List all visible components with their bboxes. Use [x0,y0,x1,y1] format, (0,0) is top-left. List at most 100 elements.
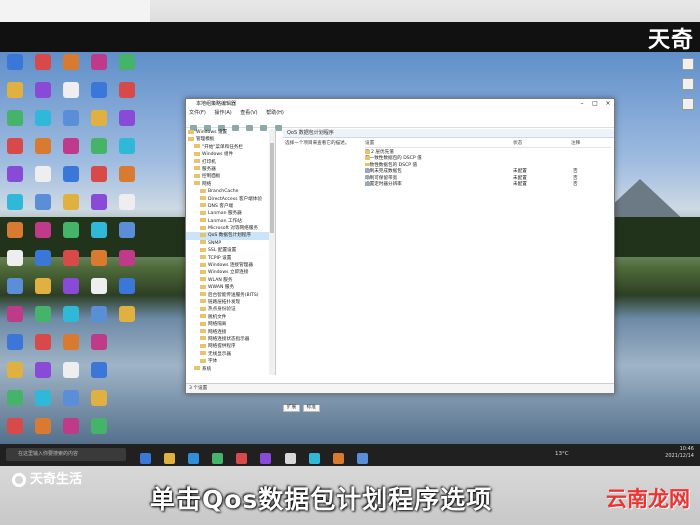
desktop-shortcut-icon[interactable] [86,222,112,238]
desktop-shortcut-icon[interactable] [30,390,56,406]
desktop-shortcut-icon[interactable] [86,166,112,182]
task-view-icon[interactable] [140,453,151,464]
desktop-shortcut-icon[interactable] [114,250,140,266]
desktop-shortcut-icon[interactable] [114,166,140,182]
tree-node[interactable]: 无线显示器 [186,351,275,358]
desktop-shortcut-icon[interactable] [114,110,140,126]
file-icon[interactable] [682,58,694,70]
tree-node[interactable]: QoS 数据包计划程序 [186,232,275,240]
desktop-shortcut-icon[interactable] [58,334,84,350]
desktop-shortcut-icon[interactable] [58,110,84,126]
menu-help[interactable]: 帮助(H) [266,110,284,116]
desktop-shortcut-icon[interactable] [86,278,112,294]
desktop-shortcut-icon[interactable] [2,418,28,434]
app-icon[interactable] [284,453,296,464]
scroll-thumb[interactable] [270,143,274,233]
tree-node[interactable]: Windows 立即连接 [186,269,275,276]
desktop-shortcut-icon[interactable] [86,110,112,126]
tree-node[interactable]: 网络隔离 [186,321,275,328]
desktop-shortcut-icon[interactable] [58,418,84,434]
desktop-shortcut-icon[interactable] [2,194,28,210]
desktop-shortcut-icon[interactable] [30,194,56,210]
edge-icon[interactable] [188,453,200,464]
tree-node[interactable]: DirectAccess 客户端体验 [186,196,275,203]
desktop-shortcut-icon[interactable] [30,334,56,350]
close-icon[interactable]: × [602,99,614,109]
desktop-shortcut-icon[interactable] [86,54,112,70]
desktop-shortcut-icon[interactable] [114,278,140,294]
desktop-shortcut-icon[interactable] [86,390,112,406]
desktop-shortcut-icon[interactable] [2,250,28,266]
minimize-icon[interactable]: – [576,99,588,109]
menu-action[interactable]: 操作(A) [214,110,231,116]
desktop-shortcut-icon[interactable] [114,306,140,322]
desktop-shortcut-icon[interactable] [58,54,84,70]
tree-node[interactable]: 网络连接状态指示器 [186,336,275,343]
desktop-shortcut-icon[interactable] [2,362,28,378]
desktop-shortcut-icon[interactable] [86,362,112,378]
tree-node[interactable]: 服务器 [186,166,275,173]
column-state[interactable]: 状态 [513,140,522,146]
tree-node[interactable]: WWAN 服务 [186,284,275,291]
desktop-shortcut-icon[interactable] [86,138,112,154]
desktop-shortcut-icon[interactable] [30,362,56,378]
app-icon[interactable] [308,453,320,464]
maximize-icon[interactable]: □ [589,99,601,109]
menu-file[interactable]: 文件(F) [189,110,206,116]
desktop-shortcut-icon[interactable] [58,222,84,238]
tree-node[interactable]: Windows 设置 [186,129,275,136]
tree-node[interactable]: DNS 客户端 [186,203,275,210]
desktop-shortcut-icon[interactable] [2,390,28,406]
window-titlebar[interactable]: 本地组策略编辑器 – □ × [186,99,614,109]
desktop-shortcut-icon[interactable] [2,54,28,70]
desktop-shortcut-icon[interactable] [86,82,112,98]
desktop-shortcut-icon[interactable] [30,222,56,238]
desktop-shortcut-icon[interactable] [30,306,56,322]
desktop-shortcut-icon[interactable] [58,362,84,378]
system-clock[interactable]: 10:46 2021/12/14 [665,446,694,460]
desktop-shortcut-icon[interactable] [2,138,28,154]
desktop-shortcut-icon[interactable] [30,250,56,266]
tree-node[interactable]: Microsoft 对等网络服务 [186,225,275,232]
tree-node[interactable]: BranchCache [186,188,275,195]
tree-node[interactable]: SSL 配置设置 [186,247,275,254]
desktop-shortcut-icon[interactable] [2,306,28,322]
tree-node[interactable]: Windows 组件 [186,151,275,158]
tree-node[interactable]: WLAN 服务 [186,277,275,284]
tree-node[interactable]: 脱机文件 [186,314,275,321]
app-icon[interactable] [332,453,344,464]
tree-node[interactable]: 管理模板 [186,136,275,143]
column-comment[interactable]: 注释 [571,140,580,146]
desktop-shortcut-icon[interactable] [86,306,112,322]
desktop-shortcut-icon[interactable] [58,306,84,322]
app-icon[interactable] [260,453,272,464]
tree-node[interactable]: 打印机 [186,159,275,166]
desktop-shortcut-icon[interactable] [58,82,84,98]
tree-node[interactable]: 热点身份验证 [186,306,275,313]
desktop-shortcut-icon[interactable] [114,222,140,238]
desktop-shortcut-icon[interactable] [86,250,112,266]
desktop-shortcut-icon[interactable] [58,166,84,182]
desktop-shortcut-icon[interactable] [58,390,84,406]
tree-node[interactable]: TCPIP 设置 [186,255,275,262]
setting-row[interactable]: 设置定时器分辨率 未配置 否 [365,181,611,188]
gpedit-icon[interactable] [356,453,368,464]
tree-node[interactable]: 系统 [186,366,275,373]
file-icon[interactable] [682,98,694,110]
desktop-shortcut-icon[interactable] [86,334,112,350]
desktop-shortcut-icon[interactable] [2,278,28,294]
tree-node[interactable]: Lanman 服务器 [186,210,275,217]
taskbar-search[interactable]: 在这里输入你要搜索的内容 [6,448,126,461]
desktop-shortcut-icon[interactable] [30,54,56,70]
tree-node[interactable]: Windows 连接管理器 [186,262,275,269]
menu-view[interactable]: 查看(V) [240,110,257,116]
desktop-shortcut-icon[interactable] [30,82,56,98]
app-icon[interactable] [236,453,248,464]
app-icon[interactable] [212,453,224,464]
tree-node[interactable]: SNMP [186,240,275,247]
desktop-shortcut-icon[interactable] [30,110,56,126]
desktop-shortcut-icon[interactable] [30,166,56,182]
desktop-shortcut-icon[interactable] [86,194,112,210]
desktop-shortcut-icon[interactable] [2,82,28,98]
desktop-shortcut-icon[interactable] [58,250,84,266]
